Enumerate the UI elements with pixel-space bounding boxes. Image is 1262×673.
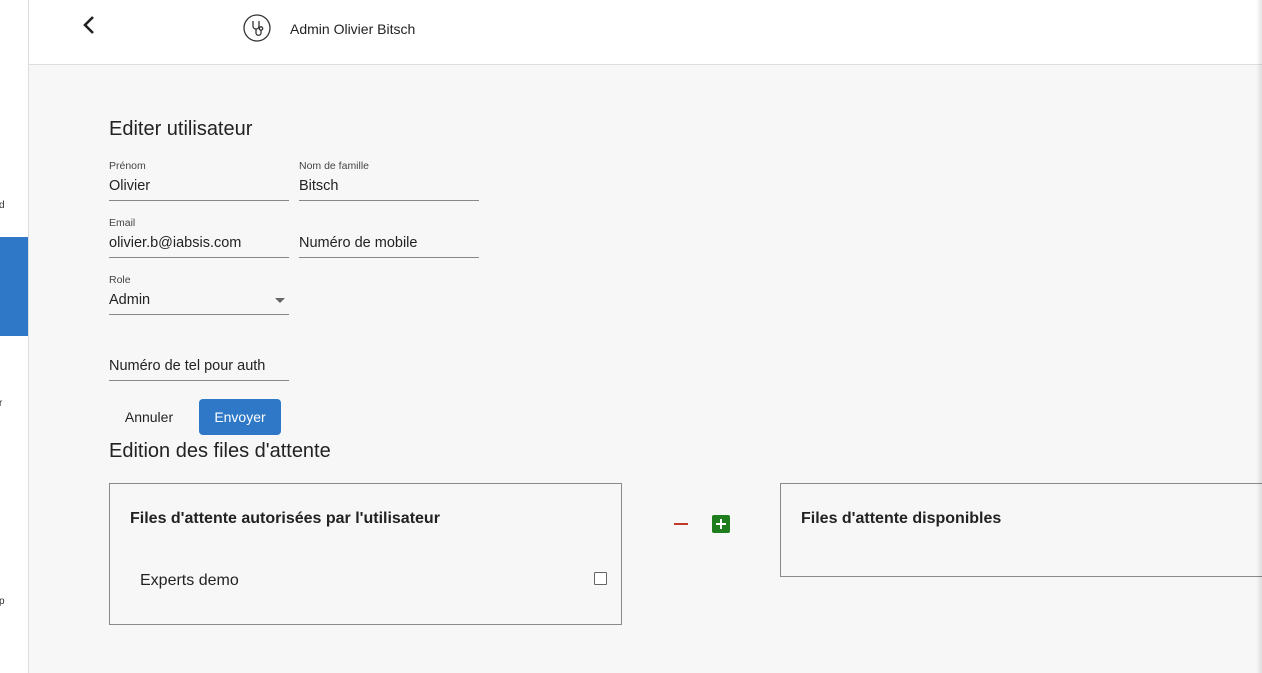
available-queues-panel: Files d'attente disponibles bbox=[780, 483, 1262, 577]
authorized-queues-panel: Files d'attente autorisées par l'utilisa… bbox=[109, 483, 622, 625]
sidebar-item-label: r bbox=[0, 398, 2, 409]
first-name-label: Prénom bbox=[109, 160, 146, 172]
submit-button[interactable]: Envoyer bbox=[199, 399, 281, 435]
dropdown-arrow-icon[interactable] bbox=[275, 298, 285, 303]
cancel-button[interactable]: Annuler bbox=[109, 399, 189, 435]
last-name-label: Nom de famille bbox=[299, 160, 370, 172]
email-underline bbox=[109, 257, 289, 258]
sidebar-item-label: d bbox=[0, 200, 5, 211]
last-name-underline bbox=[299, 200, 479, 201]
remove-queue-button[interactable] bbox=[672, 515, 690, 533]
authorized-queues-title: Files d'attente autorisées par l'utilisa… bbox=[130, 510, 440, 527]
list-item[interactable]: Experts demo bbox=[140, 572, 239, 590]
last-name-value[interactable]: Bitsch bbox=[299, 178, 339, 194]
sidebar-item-label: p bbox=[0, 596, 5, 607]
top-bar: Admin Olivier Bitsch bbox=[29, 0, 1262, 65]
queues-section-title: Edition des files d'attente bbox=[109, 440, 331, 462]
available-queues-title: Files d'attente disponibles bbox=[801, 510, 1002, 527]
first-name-value[interactable]: Olivier bbox=[109, 178, 150, 194]
sidebar-item-active[interactable] bbox=[0, 237, 28, 336]
queue-item-checkbox[interactable] bbox=[594, 572, 607, 585]
first-name-underline bbox=[109, 200, 289, 201]
right-edge-shadow bbox=[1256, 0, 1262, 673]
last-name-field[interactable]: Nom de famille Bitsch bbox=[299, 160, 479, 202]
add-queue-button[interactable] bbox=[712, 515, 730, 533]
role-value[interactable]: Admin bbox=[109, 292, 150, 308]
mobile-underline bbox=[299, 257, 479, 258]
first-name-field[interactable]: Prénom Olivier bbox=[109, 160, 289, 202]
mobile-placeholder[interactable]: Numéro de mobile bbox=[299, 235, 417, 251]
email-field[interactable]: Email olivier.b@iabsis.com bbox=[109, 217, 289, 259]
email-label: Email bbox=[109, 217, 136, 229]
back-button[interactable] bbox=[75, 10, 105, 40]
page-title: Editer utilisateur bbox=[109, 118, 253, 140]
stethoscope-icon bbox=[243, 14, 271, 42]
auth-phone-underline bbox=[109, 380, 289, 381]
role-label: Role bbox=[109, 274, 131, 286]
chevron-left-icon bbox=[83, 16, 94, 34]
role-underline bbox=[109, 314, 289, 315]
auth-phone-placeholder[interactable]: Numéro de tel pour auth bbox=[109, 358, 265, 374]
current-user-title: Admin Olivier Bitsch bbox=[290, 21, 416, 37]
mobile-field[interactable]: Numéro de mobile bbox=[299, 217, 479, 259]
role-select[interactable]: Role Admin bbox=[109, 274, 289, 316]
auth-phone-field[interactable]: Numéro de tel pour auth bbox=[109, 340, 289, 382]
sidebar: d r p bbox=[0, 0, 29, 673]
email-value[interactable]: olivier.b@iabsis.com bbox=[109, 235, 241, 251]
